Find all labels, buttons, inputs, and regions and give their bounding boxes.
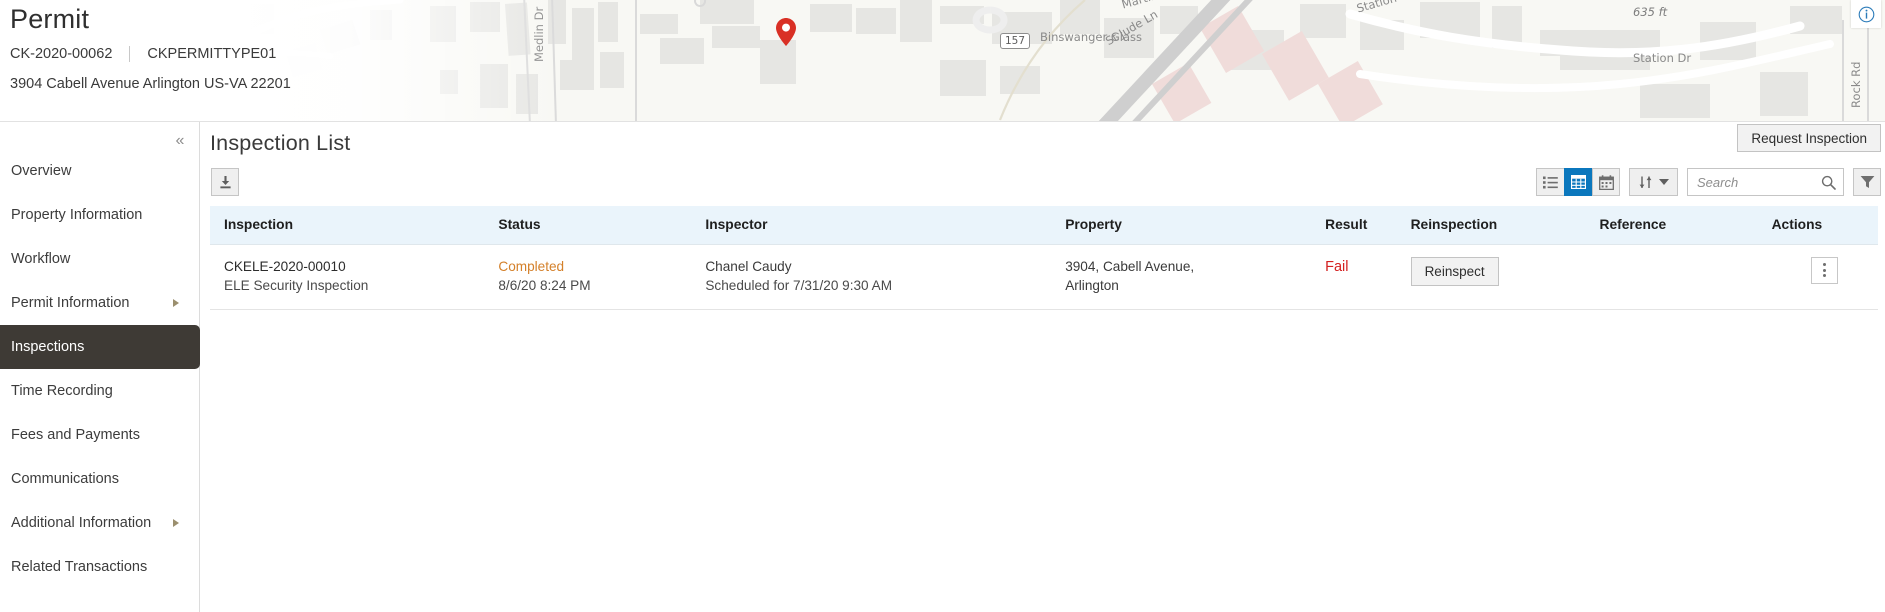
grid-view-icon	[1571, 175, 1586, 189]
inspection-table-container: Inspection Status Inspector Property Res…	[210, 206, 1878, 310]
cell-inspector: Chanel Caudy Scheduled for 7/31/20 9:30 …	[691, 244, 1052, 310]
page-title: Permit	[10, 4, 90, 34]
inspector-name: Chanel Caudy	[705, 258, 792, 274]
inspector-schedule: Scheduled for 7/31/20 9:30 AM	[705, 277, 893, 293]
permit-map-banner: Medlin Dr Binswanger Glass St Jude Ln Ma…	[0, 0, 1885, 122]
cell-inspection: CKELE-2020-00010 ELE Security Inspection	[210, 244, 485, 310]
column-header-actions[interactable]: Actions	[1757, 206, 1878, 245]
inspection-id: CKELE-2020-00010	[224, 258, 346, 274]
sidebar-item-label: Permit Information	[11, 295, 130, 311]
column-header-inspector[interactable]: Inspector	[691, 206, 1052, 245]
info-circle-icon	[1858, 6, 1874, 22]
cell-actions	[1757, 244, 1878, 310]
kebab-menu-icon	[1823, 263, 1827, 266]
column-header-inspection[interactable]: Inspection	[210, 206, 485, 245]
table-row[interactable]: CKELE-2020-00010 ELE Security Inspection…	[210, 244, 1878, 310]
permit-divider	[129, 46, 131, 62]
kebab-menu-icon	[1823, 268, 1827, 272]
column-header-property[interactable]: Property	[1051, 206, 1312, 245]
filter-button[interactable]	[1853, 168, 1881, 196]
filter-funnel-icon	[1860, 176, 1874, 188]
download-button[interactable]	[211, 168, 239, 196]
column-header-reference[interactable]: Reference	[1585, 206, 1758, 245]
kebab-menu-icon	[1823, 274, 1827, 277]
sidebar-item-label: Inspections	[11, 339, 85, 355]
search-box[interactable]	[1687, 168, 1844, 196]
sidebar: « Overview Property Information Workflow…	[0, 122, 200, 612]
property-line-1: 3904, Cabell Avenue,	[1065, 258, 1195, 274]
cell-property: 3904, Cabell Avenue, Arlington	[1051, 244, 1312, 310]
column-header-result[interactable]: Result	[1311, 206, 1397, 245]
permit-identifiers: CK-2020-00062 CKPERMITTYPE01	[10, 44, 528, 64]
sidebar-item-communications[interactable]: Communications	[0, 457, 200, 501]
sidebar-item-label: Fees and Payments	[11, 427, 140, 443]
table-body: CKELE-2020-00010 ELE Security Inspection…	[210, 244, 1878, 310]
inspection-type: ELE Security Inspection	[224, 277, 369, 293]
sidebar-item-label: Time Recording	[11, 383, 113, 399]
inspection-list-title: Inspection List	[210, 131, 351, 155]
sidebar-item-property-information[interactable]: Property Information	[0, 193, 200, 237]
chevron-right-icon	[173, 298, 179, 307]
sidebar-item-inspections[interactable]: Inspections	[0, 325, 200, 369]
inspection-toolbar	[201, 166, 1885, 206]
sidebar-item-label: Related Transactions	[11, 559, 148, 575]
cell-reference	[1585, 244, 1758, 310]
sort-button[interactable]	[1629, 168, 1678, 196]
status-date: 8/6/20 8:24 PM	[498, 277, 591, 293]
view-mode-group	[1536, 168, 1620, 196]
cell-result: Fail	[1311, 244, 1397, 310]
view-mode-list-button[interactable]	[1536, 168, 1564, 196]
download-icon	[219, 175, 231, 188]
toolbar-right-group	[1536, 168, 1881, 196]
view-mode-grid-button[interactable]	[1564, 168, 1592, 196]
sidebar-nav: Overview Property Information Workflow P…	[0, 149, 200, 589]
table-header-row: Inspection Status Inspector Property Res…	[210, 206, 1878, 245]
cell-status: Completed 8/6/20 8:24 PM	[484, 244, 692, 310]
main-content: Inspection List Request Inspection Searc…	[201, 122, 1885, 612]
permit-inspections-page: Medlin Dr Binswanger Glass St Jude Ln Ma…	[0, 0, 1885, 612]
sidebar-item-label: Workflow	[11, 251, 71, 267]
sidebar-item-related-transactions[interactable]: Related Transactions	[0, 545, 200, 589]
sidebar-item-permit-information[interactable]: Permit Information	[0, 281, 200, 325]
map-info-button[interactable]	[1851, 0, 1881, 28]
chevron-right-icon	[173, 518, 179, 527]
map-location-pin-icon	[776, 18, 796, 51]
sidebar-item-label: Communications	[11, 471, 119, 487]
permit-type: CKPERMITTYPE01	[147, 46, 277, 62]
search-icon	[1821, 175, 1836, 195]
sidebar-item-additional-information[interactable]: Additional Information	[0, 501, 200, 545]
request-inspection-button[interactable]: Request Inspection	[1737, 124, 1881, 152]
sidebar-item-fees-and-payments[interactable]: Fees and Payments	[0, 413, 200, 457]
sidebar-item-label: Additional Information	[11, 515, 152, 531]
cell-reinspection: Reinspect	[1396, 244, 1586, 310]
map-route-shield-157: 157	[1000, 33, 1031, 49]
result-value: Fail	[1325, 258, 1349, 275]
inspection-table: Inspection Status Inspector Property Res…	[210, 206, 1878, 310]
search-input[interactable]	[1695, 170, 1819, 194]
column-header-reinspection[interactable]: Reinspection	[1396, 206, 1586, 245]
sort-arrows-icon	[1639, 176, 1652, 188]
sidebar-item-overview[interactable]: Overview	[0, 149, 200, 193]
sidebar-item-time-recording[interactable]: Time Recording	[0, 369, 200, 413]
permit-address: 3904 Cabell Avenue Arlington US-VA 22201	[10, 76, 291, 92]
view-mode-calendar-button[interactable]	[1592, 168, 1620, 196]
property-line-2: Arlington	[1065, 277, 1119, 293]
list-view-icon	[1543, 176, 1558, 188]
permit-header: Permit CK-2020-00062 CKPERMITTYPE01 3904…	[8, 0, 528, 94]
chevron-down-icon	[1659, 179, 1669, 185]
permit-number: CK-2020-00062	[10, 46, 113, 62]
sidebar-item-label: Overview	[11, 163, 72, 179]
row-actions-menu-button[interactable]	[1811, 256, 1839, 284]
sort-control-group	[1629, 168, 1678, 196]
sidebar-item-workflow[interactable]: Workflow	[0, 237, 200, 281]
column-header-status[interactable]: Status	[484, 206, 692, 245]
calendar-view-icon	[1598, 174, 1614, 190]
status-badge: Completed	[498, 258, 565, 274]
table-header: Inspection Status Inspector Property Res…	[210, 206, 1878, 245]
reinspect-button[interactable]: Reinspect	[1410, 256, 1499, 286]
sidebar-item-label: Property Information	[11, 207, 143, 223]
